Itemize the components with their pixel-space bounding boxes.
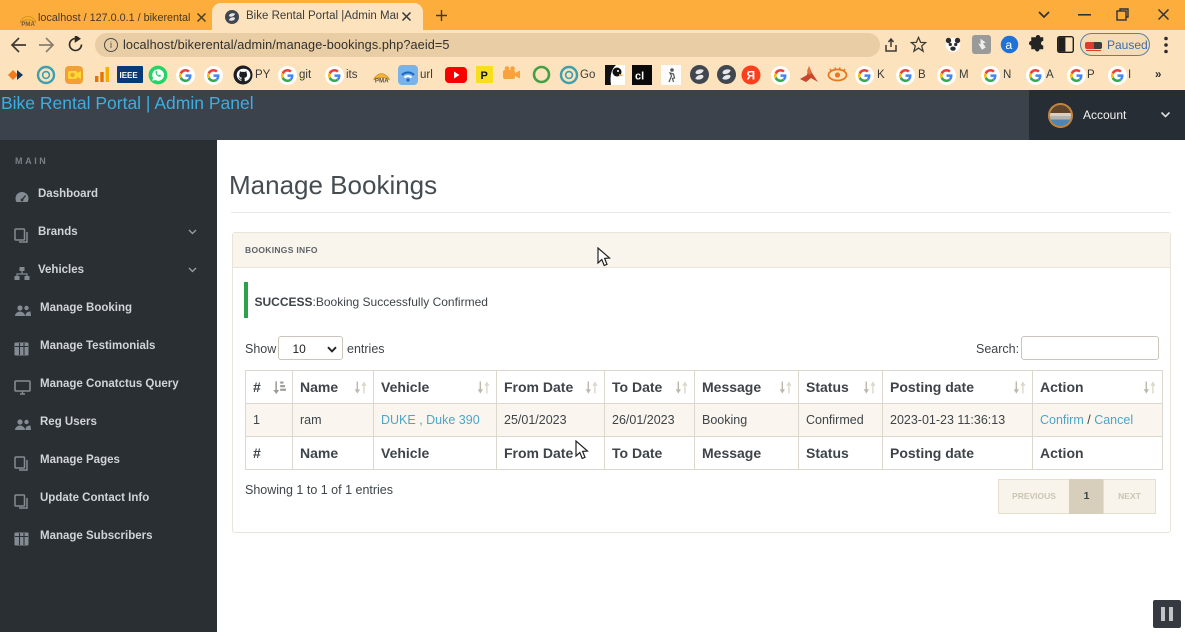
svg-text:a: a (1005, 38, 1012, 52)
svg-text:IEEE: IEEE (120, 71, 139, 80)
svg-text:cl: cl (635, 71, 644, 83)
svg-text:Я: Я (747, 69, 756, 83)
svg-text:P: P (481, 70, 488, 82)
svg-text:PMA: PMA (21, 21, 35, 27)
svg-text:PMA: PMA (375, 78, 389, 84)
